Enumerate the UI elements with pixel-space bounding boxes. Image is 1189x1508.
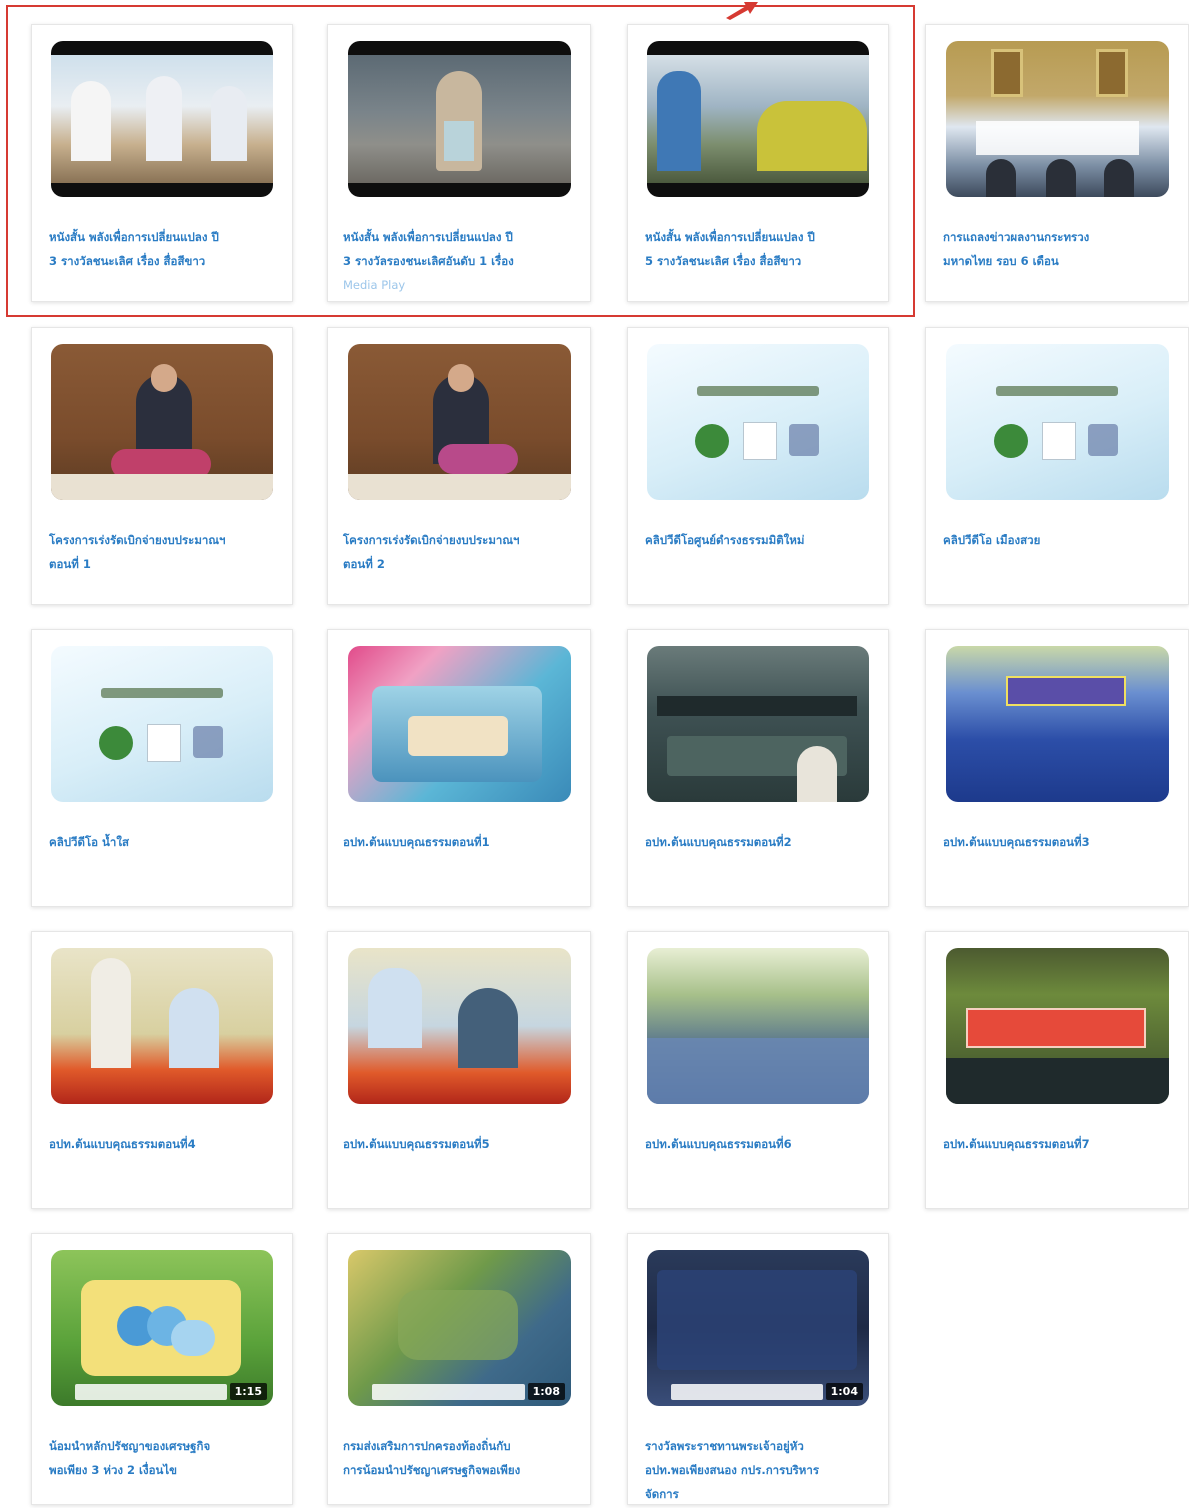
video-title[interactable]: อปท.ต้นแบบคุณธรรมตอนที่5 — [343, 1132, 583, 1156]
video-progress-bar — [372, 1384, 525, 1400]
video-thumbnail[interactable] — [946, 41, 1169, 197]
video-card-5[interactable]: โครงการเร่งรัดเบิกจ่ายงบประมาณฯ ตอนที่ 1 — [31, 327, 293, 605]
video-card-16[interactable]: อปท.ต้นแบบคุณธรรมตอนที่7 — [925, 931, 1189, 1209]
video-thumbnail[interactable]: 1:04 — [647, 1250, 869, 1406]
video-thumbnail[interactable] — [51, 646, 273, 802]
video-card-10[interactable]: อปท.ต้นแบบคุณธรรมตอนที่1 — [327, 629, 591, 907]
video-title[interactable]: รางวัลพระราชทานพระเจ้าอยู่หัว อปท.พอเพียง… — [645, 1434, 880, 1506]
video-thumbnail[interactable] — [946, 646, 1169, 802]
video-thumbnail[interactable]: 1:08 — [348, 1250, 571, 1406]
video-thumbnail[interactable] — [647, 344, 869, 500]
video-card-19[interactable]: 1:04 รางวัลพระราชทานพระเจ้าอยู่หัว อปท.พอ… — [627, 1233, 889, 1505]
video-title[interactable]: อปท.ต้นแบบคุณธรรมตอนที่2 — [645, 830, 880, 854]
video-title[interactable]: หนังสั้น พลังเพื่อการเปลี่ยนแปลง ปี 5 ราง… — [645, 225, 880, 273]
video-thumbnail[interactable] — [51, 344, 273, 500]
video-thumbnail[interactable] — [946, 344, 1169, 500]
video-title[interactable]: อปท.ต้นแบบคุณธรรมตอนที่4 — [49, 1132, 284, 1156]
video-title[interactable]: โครงการเร่งรัดเบิกจ่ายงบประมาณฯ ตอนที่ 2 — [343, 528, 583, 576]
video-title[interactable]: อปท.ต้นแบบคุณธรรมตอนที่6 — [645, 1132, 880, 1156]
video-card-6[interactable]: โครงการเร่งรัดเบิกจ่ายงบประมาณฯ ตอนที่ 2 — [327, 327, 591, 605]
video-thumbnail[interactable] — [647, 41, 869, 197]
video-card-12[interactable]: อปท.ต้นแบบคุณธรรมตอนที่3 — [925, 629, 1189, 907]
video-title[interactable]: คลิปวีดีโอศูนย์ดำรงธรรมมิติใหม่ — [645, 528, 880, 552]
video-thumbnail[interactable] — [51, 41, 273, 197]
video-thumbnail[interactable] — [946, 948, 1169, 1104]
video-title[interactable]: อปท.ต้นแบบคุณธรรมตอนที่1 — [343, 830, 583, 854]
video-duration: 1:15 — [229, 1383, 267, 1400]
video-thumbnail[interactable] — [348, 344, 571, 500]
video-progress-bar — [671, 1384, 823, 1400]
video-duration: 1:08 — [527, 1383, 565, 1400]
video-thumbnail[interactable] — [51, 948, 273, 1104]
video-title[interactable]: หนังสั้น พลังเพื่อการเปลี่ยนแปลง ปี 3 ราง… — [49, 225, 284, 273]
video-thumbnail[interactable] — [348, 646, 571, 802]
video-card-9[interactable]: คลิปวีดีโอ น้ำใส — [31, 629, 293, 907]
video-title[interactable]: คลิปวีดีโอ เมืองสวย — [943, 528, 1183, 552]
video-card-18[interactable]: 1:08 กรมส่งเสริมการปกครองท้องถิ่นกับ การน… — [327, 1233, 591, 1505]
video-card-8[interactable]: คลิปวีดีโอ เมืองสวย — [925, 327, 1189, 605]
video-card-7[interactable]: คลิปวีดีโอศูนย์ดำรงธรรมมิติใหม่ — [627, 327, 889, 605]
video-card-1[interactable]: หนังสั้น พลังเพื่อการเปลี่ยนแปลง ปี 3 ราง… — [31, 24, 293, 302]
video-card-3[interactable]: หนังสั้น พลังเพื่อการเปลี่ยนแปลง ปี 5 ราง… — [627, 24, 889, 302]
video-title[interactable]: อปท.ต้นแบบคุณธรรมตอนที่3 — [943, 830, 1183, 854]
video-title[interactable]: อปท.ต้นแบบคุณธรรมตอนที่7 — [943, 1132, 1183, 1156]
video-card-13[interactable]: อปท.ต้นแบบคุณธรรมตอนที่4 — [31, 931, 293, 1209]
video-card-14[interactable]: อปท.ต้นแบบคุณธรรมตอนที่5 — [327, 931, 591, 1209]
video-card-15[interactable]: อปท.ต้นแบบคุณธรรมตอนที่6 — [627, 931, 889, 1209]
video-title[interactable]: โครงการเร่งรัดเบิกจ่ายงบประมาณฯ ตอนที่ 1 — [49, 528, 284, 576]
video-thumbnail[interactable] — [647, 646, 869, 802]
video-thumbnail[interactable]: 1:15 — [51, 1250, 273, 1406]
video-thumbnail[interactable] — [348, 41, 571, 197]
video-thumbnail[interactable] — [647, 948, 869, 1104]
video-duration: 1:04 — [825, 1383, 863, 1400]
video-title[interactable]: คลิปวีดีโอ น้ำใส — [49, 830, 284, 854]
video-card-11[interactable]: อปท.ต้นแบบคุณธรรมตอนที่2 — [627, 629, 889, 907]
video-card-2[interactable]: หนังสั้น พลังเพื่อการเปลี่ยนแปลง ปี 3 ราง… — [327, 24, 591, 302]
video-card-4[interactable]: การแถลงข่าวผลงานกระทรวง มหาดไทย รอบ 6 เดื… — [925, 24, 1189, 302]
video-title[interactable]: กรมส่งเสริมการปกครองท้องถิ่นกับ การน้อมนำ… — [343, 1434, 583, 1482]
video-title[interactable]: หนังสั้น พลังเพื่อการเปลี่ยนแปลง ปี 3 ราง… — [343, 225, 583, 297]
video-card-17[interactable]: 1:15 น้อมนำหลักปรัชญาของเศรษฐกิจ พอเพียง … — [31, 1233, 293, 1505]
highlight-arrow-icon — [726, 2, 758, 20]
video-thumbnail[interactable] — [348, 948, 571, 1104]
video-title[interactable]: การแถลงข่าวผลงานกระทรวง มหาดไทย รอบ 6 เดื… — [943, 225, 1183, 273]
video-progress-bar — [75, 1384, 227, 1400]
video-title[interactable]: น้อมนำหลักปรัชญาของเศรษฐกิจ พอเพียง 3 ห่ว… — [49, 1434, 284, 1482]
